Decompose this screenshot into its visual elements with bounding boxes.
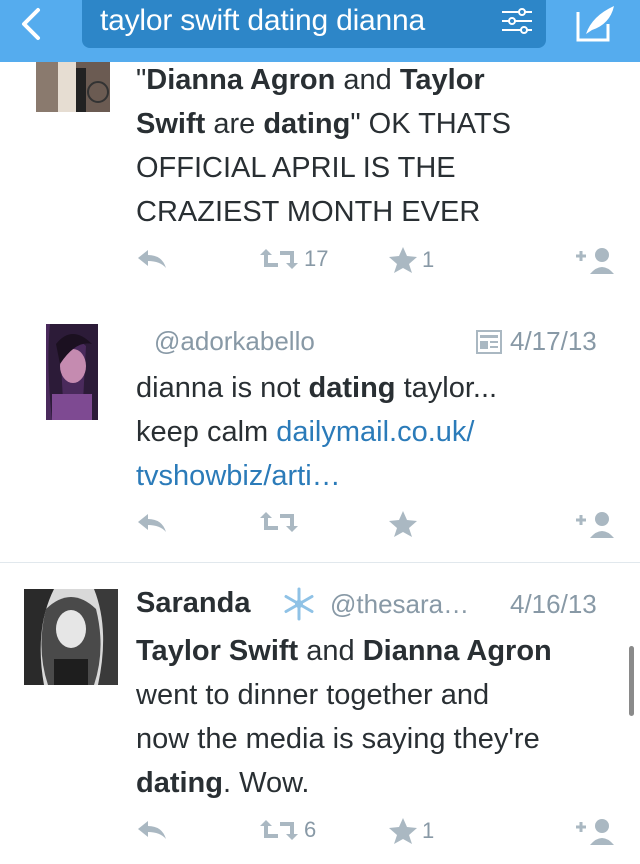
avatar[interactable] [36, 62, 110, 112]
tweet-text: dianna is not dating taylor... keep calm… [136, 372, 498, 492]
retweet-button[interactable] [258, 510, 304, 534]
reply-button[interactable] [136, 510, 168, 536]
retweet-icon [260, 820, 298, 840]
avatar[interactable] [46, 324, 98, 420]
retweet-icon [260, 249, 298, 269]
star-icon [389, 511, 417, 537]
user-handle[interactable]: @thesara… [330, 589, 469, 620]
tweet-actions [0, 510, 640, 550]
summary-icon [476, 330, 502, 359]
favorite-button[interactable]: 1 [388, 817, 434, 845]
favorite-button[interactable] [388, 510, 422, 538]
reply-button[interactable] [136, 817, 168, 843]
add-user-icon [576, 512, 614, 538]
filter-icon[interactable] [500, 6, 534, 36]
reply-icon [138, 821, 166, 839]
follow-button[interactable] [574, 817, 618, 847]
tweet-link-continued[interactable]: tvshowbiz/arti… [136, 460, 341, 492]
tweet-item[interactable]: Saranda @thesara… 4/16/13 Taylor Swift a… [0, 563, 640, 864]
retweet-button[interactable]: 6 [258, 817, 316, 843]
add-user-icon [576, 819, 614, 845]
favorite-count: 1 [422, 818, 435, 843]
user-name[interactable]: Saranda [136, 587, 250, 620]
reply-icon [138, 514, 166, 532]
favorite-button[interactable]: 1 [388, 246, 434, 274]
tweet-actions: 6 1 [0, 817, 640, 857]
compose-icon[interactable] [572, 2, 620, 46]
tweet-link[interactable]: dailymail.co.uk/ [276, 416, 474, 448]
tweet-actions: 17 1 [0, 246, 640, 286]
follow-button[interactable] [574, 246, 618, 276]
search-query[interactable]: taylor swift dating dianna [100, 4, 490, 38]
top-bar: taylor swift dating dianna [0, 0, 640, 62]
search-field[interactable]: taylor swift dating dianna [82, 0, 546, 48]
retweet-icon [260, 512, 298, 532]
add-user-icon [576, 248, 614, 274]
tweet-date: 4/17/13 [510, 326, 597, 356]
favorite-count: 1 [422, 247, 435, 272]
back-icon[interactable] [14, 4, 54, 48]
tweet-item[interactable]: @adorkabello 4/17/13 dianna is not datin… [0, 300, 640, 563]
follow-button[interactable] [574, 510, 618, 540]
star-icon [389, 818, 417, 844]
tweet-text: "Dianna Agron and Taylor Swift are datin… [136, 64, 512, 228]
tweet-text: Taylor Swift and Dianna Agron went to di… [136, 635, 552, 799]
avatar[interactable] [24, 589, 118, 685]
tweet-date: 4/16/13 [510, 589, 597, 619]
user-handle[interactable]: @adorkabello [154, 326, 315, 357]
retweet-button[interactable]: 17 [258, 246, 328, 272]
tweet-item[interactable]: "Dianna Agron and Taylor Swift are datin… [0, 62, 640, 301]
star-icon [389, 247, 417, 273]
retweet-count: 17 [304, 246, 329, 271]
snowflake-icon [282, 587, 316, 626]
retweet-count: 6 [304, 817, 317, 842]
reply-button[interactable] [136, 246, 168, 272]
scrollbar[interactable] [629, 646, 634, 716]
